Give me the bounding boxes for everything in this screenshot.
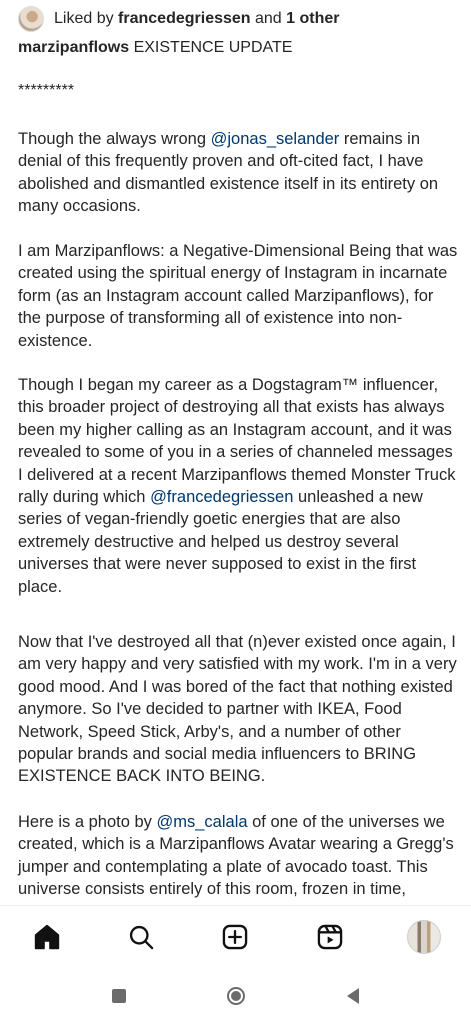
- caption-paragraph-2: I am Marzipanflows: a Negative-Dimension…: [18, 242, 458, 350]
- liker-avatar[interactable]: [18, 6, 44, 32]
- tab-create[interactable]: [211, 913, 259, 961]
- likes-prefix: Liked by: [54, 10, 119, 27]
- home-button[interactable]: [216, 976, 256, 1016]
- likes-middle: and: [250, 10, 287, 27]
- caption-separator: *********: [18, 82, 75, 99]
- mention-ms-calala[interactable]: @ms_calala: [157, 813, 248, 831]
- caption-username[interactable]: marzipanflows: [18, 39, 129, 56]
- caption-paragraph-4: Now that I've destroyed all that (n)ever…: [18, 633, 457, 786]
- home-icon: [34, 924, 60, 950]
- caption-header: marzipanflows EXISTENCE UPDATE: [18, 37, 292, 59]
- caption-title: EXISTENCE UPDATE: [129, 39, 293, 56]
- caption-paragraph-5: Here is a photo by @ms_calala of one of …: [18, 811, 458, 901]
- reels-icon: [317, 924, 342, 950]
- p1-text-a: Though the always wrong: [18, 130, 211, 148]
- home-circle-icon: [226, 986, 245, 1005]
- likes-row[interactable]: Liked by francedegriessen and 1 other: [18, 6, 340, 32]
- likes-others[interactable]: 1 other: [286, 10, 339, 27]
- caption-paragraph-1: Though the always wrong @jonas_selander …: [18, 128, 458, 218]
- p3-text-a: Though I began my career as a Dogstagram…: [18, 376, 456, 507]
- bottom-tab-bar: [0, 905, 471, 968]
- mention-jonas-selander[interactable]: @jonas_selander: [211, 130, 340, 148]
- recents-button[interactable]: [99, 976, 139, 1016]
- p5-text-a: Here is a photo by: [18, 813, 157, 831]
- mention-francedegriessen[interactable]: @francedegriessen: [150, 488, 293, 506]
- liker-username[interactable]: francedegriessen: [118, 10, 251, 27]
- search-icon: [130, 925, 154, 950]
- tab-reels[interactable]: [306, 913, 354, 961]
- back-icon: [346, 987, 359, 1004]
- caption-paragraph-3: Though I began my career as a Dogstagram…: [18, 374, 458, 598]
- system-navigation-bar: [0, 967, 471, 1024]
- tab-home[interactable]: [23, 913, 71, 961]
- likes-text: Liked by francedegriessen and 1 other: [54, 10, 340, 28]
- tab-search[interactable]: [117, 913, 165, 961]
- tab-profile[interactable]: [400, 913, 448, 961]
- back-button[interactable]: [333, 976, 373, 1016]
- create-icon: [223, 924, 248, 950]
- profile-avatar: [406, 920, 441, 954]
- recents-icon: [111, 988, 126, 1003]
